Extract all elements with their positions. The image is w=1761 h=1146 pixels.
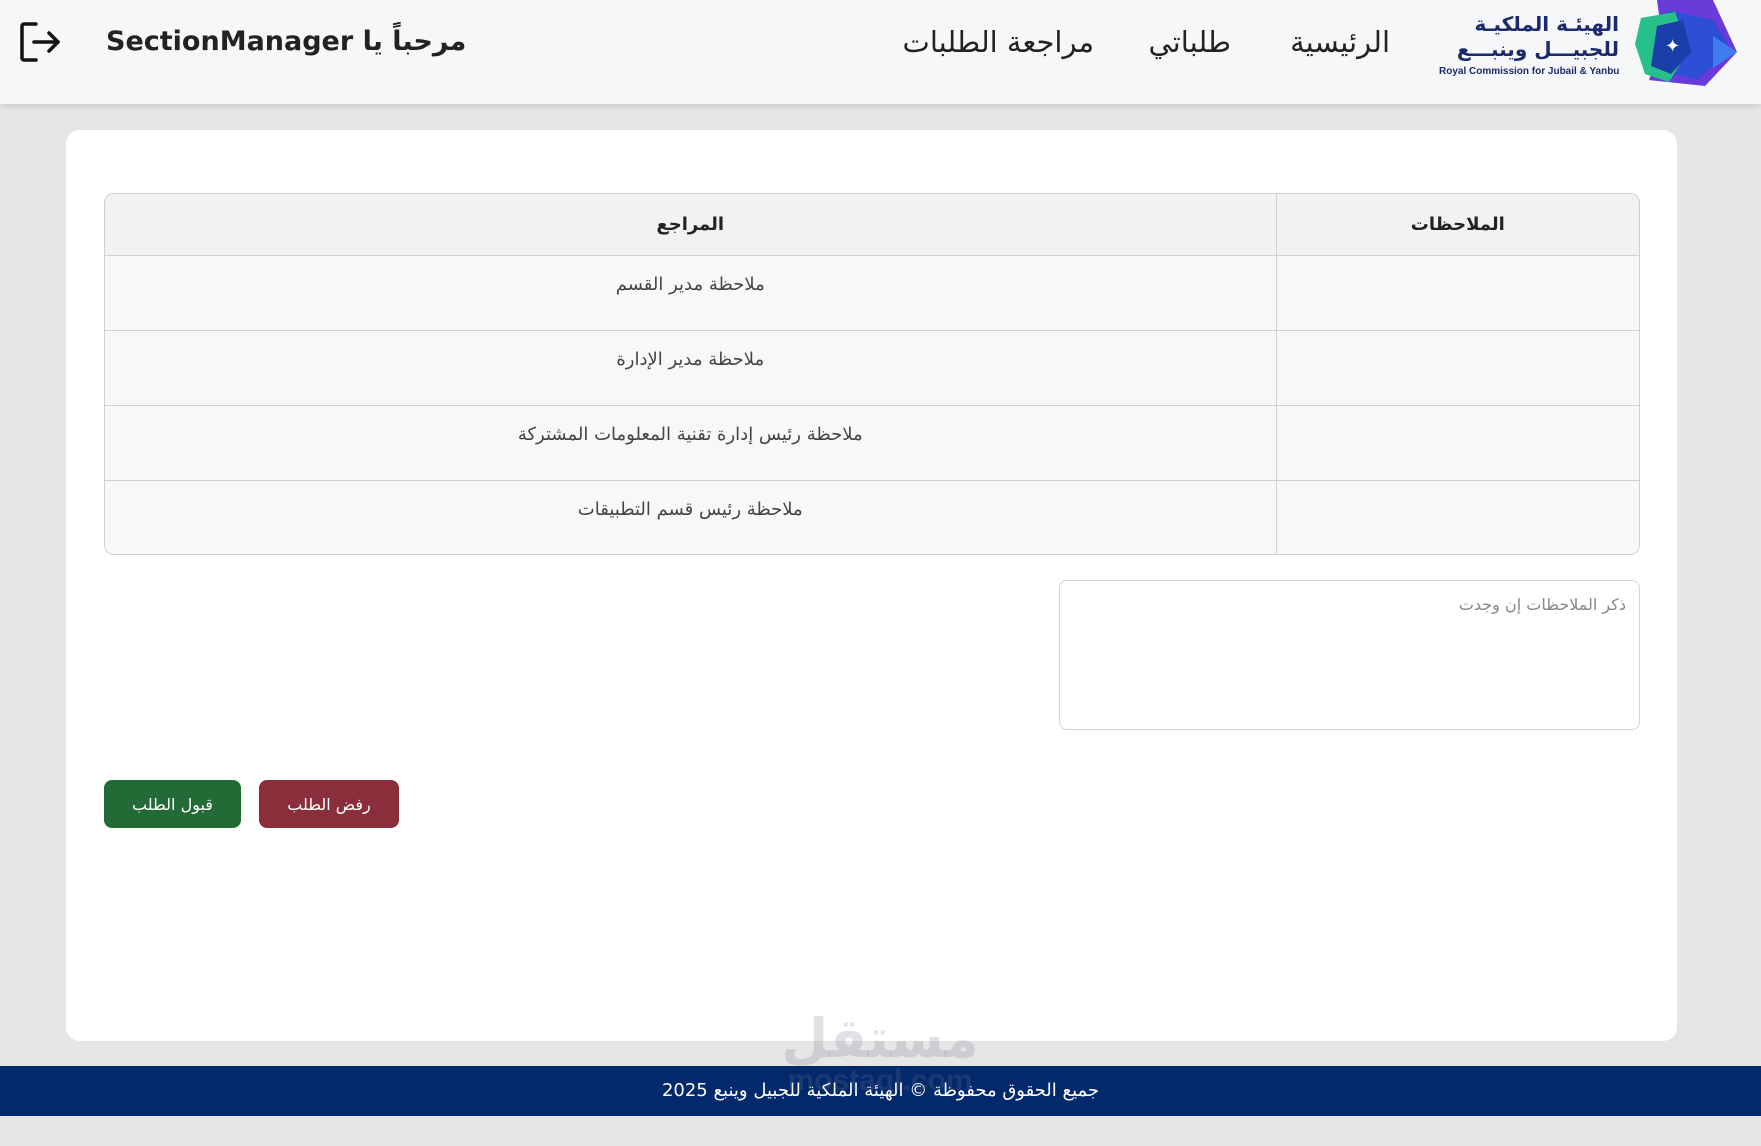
logo-name-ar-line1: الهيئـة الملكيـة: [1474, 12, 1619, 36]
reject-request-button[interactable]: رفض الطلب: [259, 780, 399, 828]
notes-textarea[interactable]: [1059, 580, 1640, 730]
table-row: ملاحظة مدير الإدارة: [105, 330, 1639, 406]
column-header-notes: الملاحظات: [1275, 194, 1639, 256]
table-row: ملاحظة مدير القسم: [105, 255, 1639, 331]
footer: جميع الحقوق محفوظة © الهيئة الملكية للجب…: [0, 1066, 1761, 1116]
table-cell-notes: [1275, 480, 1639, 554]
column-header-reviewer: المراجع: [105, 194, 1276, 256]
table-row: ملاحظة رئيس قسم التطبيقات: [105, 480, 1639, 554]
svg-text:✦: ✦: [1665, 36, 1680, 57]
table-cell-notes: [1275, 405, 1639, 481]
logo-name-en: Royal Commission for Jubail & Yanbu: [1439, 66, 1620, 77]
table-cell-notes: [1275, 330, 1639, 406]
table-row: ملاحظة رئيس إدارة تقنية المعلومات المشتر…: [105, 405, 1639, 481]
accept-request-button[interactable]: قبول الطلب: [104, 780, 241, 828]
nav-my-requests-link[interactable]: طلباتي: [1148, 22, 1231, 62]
nav-review-requests-link[interactable]: مراجعة الطلبات: [903, 22, 1094, 62]
nav-home-link[interactable]: الرئيسية: [1290, 22, 1390, 62]
rcjy-logo[interactable]: ✦ الهيئـة الملكيـة للجبيـــل وينبـــع Ro…: [1437, 0, 1737, 86]
logo-name-ar-line2: للجبيـــل وينبـــع: [1456, 37, 1619, 61]
footer-copyright: جميع الحقوق محفوظة © الهيئة الملكية للجب…: [661, 1080, 1100, 1101]
rcjy-logo-mark-icon: ✦: [1635, 0, 1737, 86]
top-navbar: ✦ الهيئـة الملكيـة للجبيـــل وينبـــع Ro…: [0, 0, 1761, 104]
table-cell-reviewer: ملاحظة مدير القسم: [105, 255, 1276, 331]
review-notes-table: الملاحظات المراجع ملاحظة مدير القسم ملاح…: [104, 193, 1640, 555]
table-cell-notes: [1275, 255, 1639, 331]
table-cell-reviewer: ملاحظة رئيس إدارة تقنية المعلومات المشتر…: [105, 405, 1276, 481]
table-header-row: الملاحظات المراجع: [105, 194, 1639, 256]
welcome-message: مرحباً يا SectionManager: [106, 26, 467, 57]
logout-icon[interactable]: [18, 20, 62, 64]
table-cell-reviewer: ملاحظة رئيس قسم التطبيقات: [577, 498, 803, 520]
table-cell-reviewer: ملاحظة مدير الإدارة: [105, 330, 1276, 406]
